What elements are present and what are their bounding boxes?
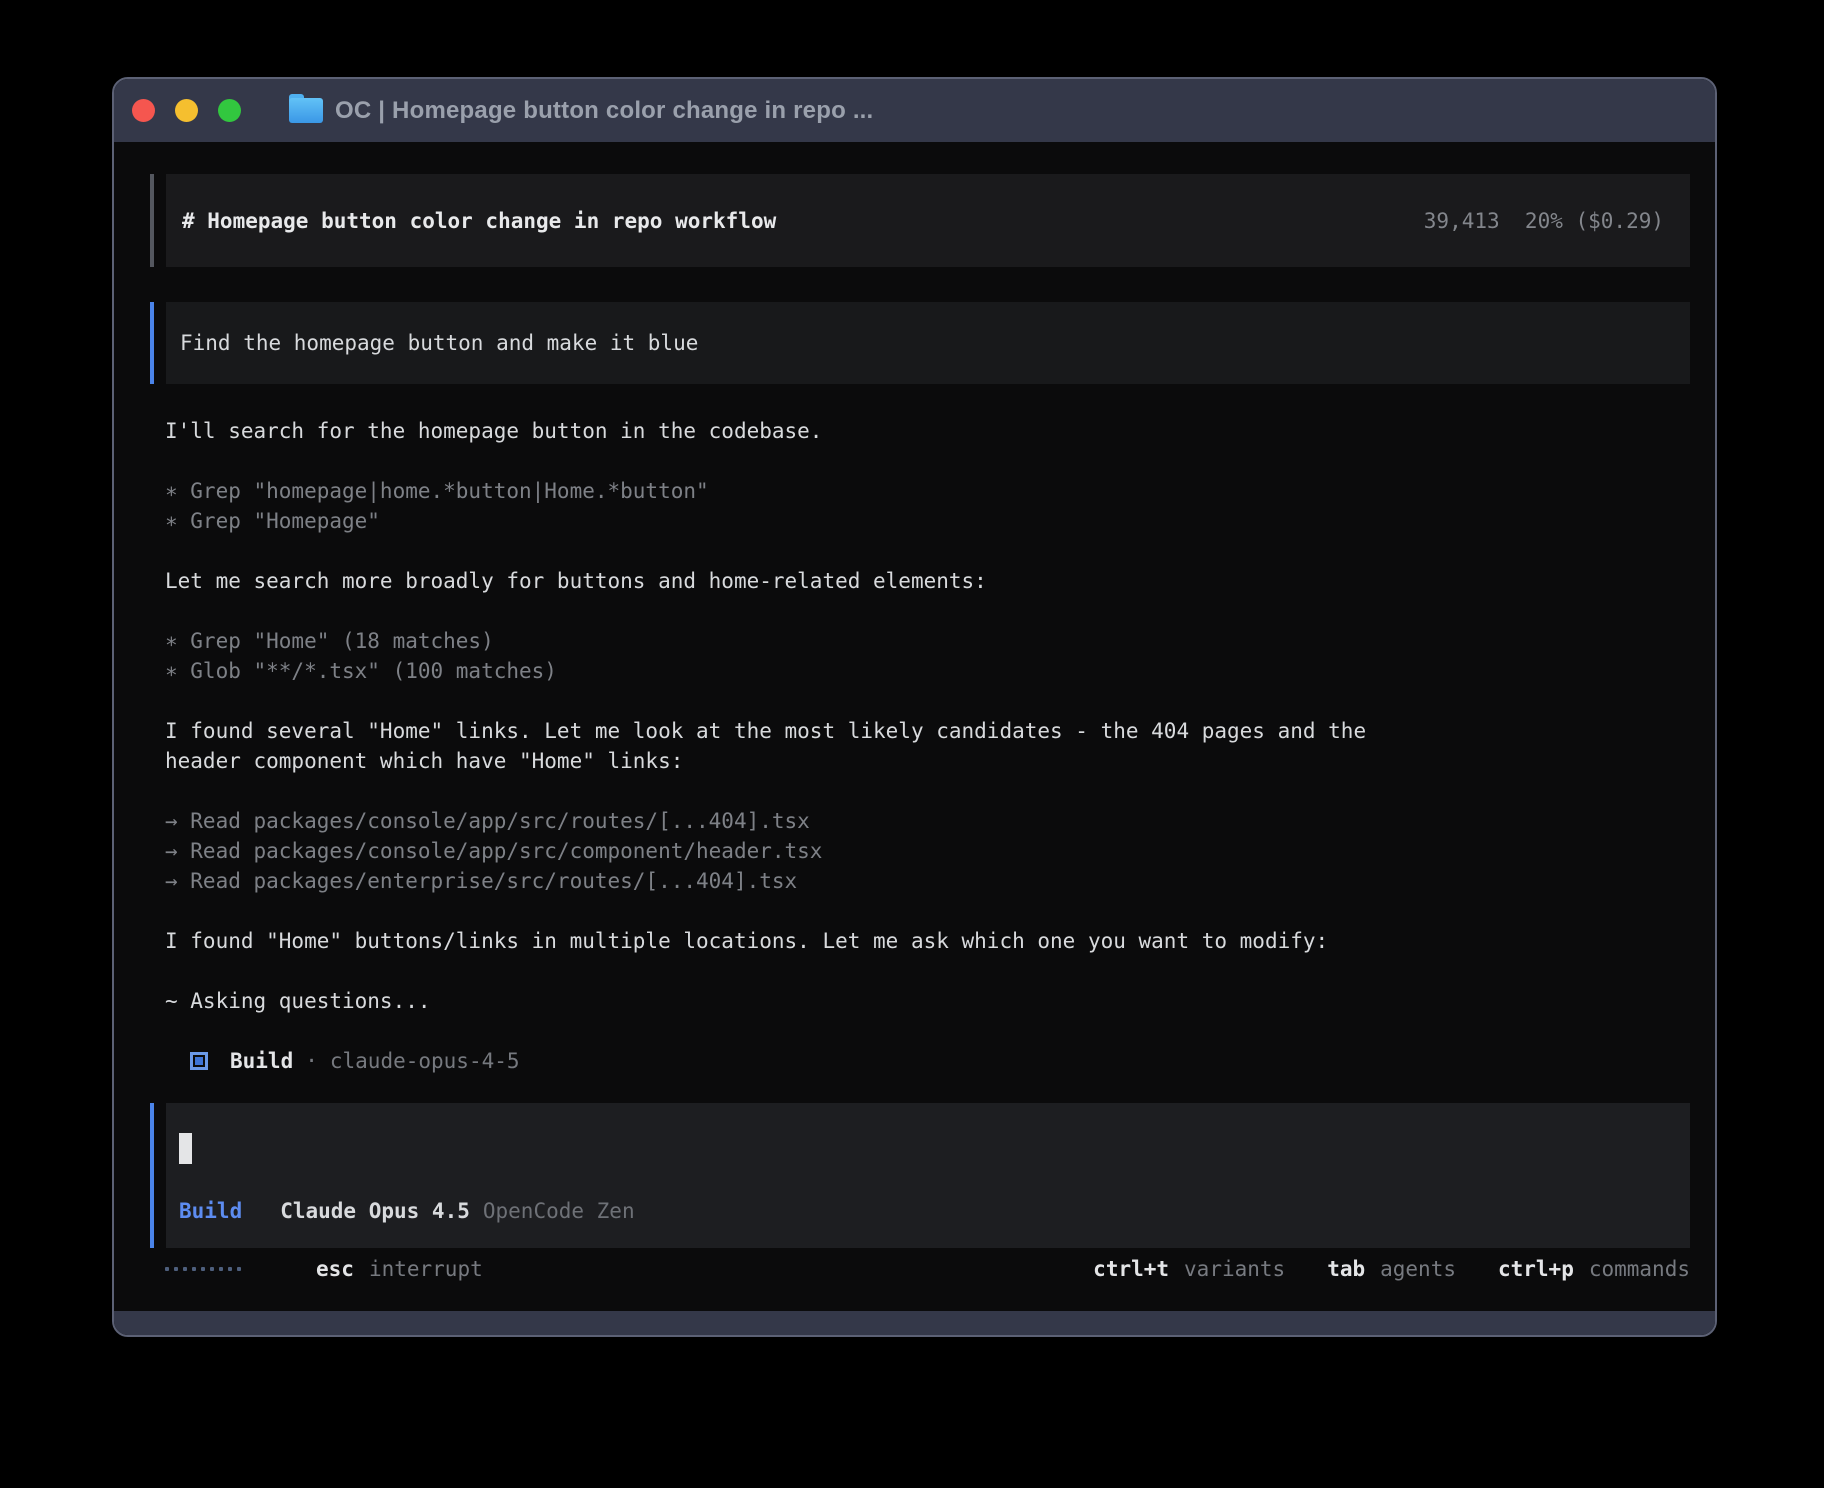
tool-call-line: → Read packages/console/app/src/componen… xyxy=(165,836,1690,866)
spinner-dot xyxy=(237,1267,241,1271)
shortcut-hint-variants: ctrl+t variants xyxy=(1093,1257,1285,1281)
input-provider-label: OpenCode Zen xyxy=(483,1199,635,1223)
prompt-input[interactable]: Build Claude Opus 4.5 OpenCode Zen xyxy=(150,1103,1690,1248)
folder-icon xyxy=(289,98,323,123)
minimize-button[interactable] xyxy=(175,99,198,122)
chat-area: I'll search for the homepage button in t… xyxy=(165,416,1690,1016)
tool-call-line: ∗ Grep "Homepage" xyxy=(165,506,1690,536)
shortcut-key: tab xyxy=(1327,1257,1365,1281)
spinner-dot xyxy=(192,1267,196,1271)
window-title: OC | Homepage button color change in rep… xyxy=(335,97,873,125)
tool-call-line: ∗ Grep "Home" (18 matches) xyxy=(165,626,1690,656)
input-mode-badge[interactable]: Build xyxy=(179,1199,242,1223)
shortcut-label: variants xyxy=(1184,1257,1285,1281)
window-bottom-strip xyxy=(114,1311,1715,1335)
footer-bar: esc interrupt ctrl+tvariantstabagentsctr… xyxy=(150,1254,1690,1284)
traffic-lights xyxy=(132,99,241,122)
tool-call-line: → Read packages/console/app/src/routes/[… xyxy=(165,806,1690,836)
tool-call-line: ∗ Grep "homepage|home.*button|Home.*butt… xyxy=(165,476,1690,506)
assistant-text-line: Let me search more broadly for buttons a… xyxy=(165,566,1690,596)
user-message: Find the homepage button and make it blu… xyxy=(150,302,1690,384)
interrupt-hint: esc interrupt xyxy=(316,1257,483,1281)
session-header: # Homepage button color change in repo w… xyxy=(150,174,1690,267)
spinner-dots xyxy=(165,1267,241,1271)
text-cursor xyxy=(179,1133,192,1164)
shortcut-key: ctrl+t xyxy=(1093,1257,1169,1281)
user-message-accent-bar xyxy=(150,302,154,384)
assistant-text-line: ~ Asking questions... xyxy=(165,986,1690,1016)
spinner-dot xyxy=(228,1267,232,1271)
spinner-dot xyxy=(210,1267,214,1271)
shortcut-hint-commands: ctrl+p commands xyxy=(1498,1257,1690,1281)
assistant-text-block: I found several "Home" links. Let me loo… xyxy=(165,716,1690,776)
titlebar: OC | Homepage button color change in rep… xyxy=(114,79,1715,142)
tool-call-block: ∗ Grep "homepage|home.*button|Home.*butt… xyxy=(165,476,1690,536)
status-separator: · xyxy=(305,1049,318,1073)
shortcut-label: agents xyxy=(1380,1257,1456,1281)
zoom-button[interactable] xyxy=(218,99,241,122)
session-title: # Homepage button color change in repo w… xyxy=(182,209,776,233)
assistant-text-line: I found "Home" buttons/links in multiple… xyxy=(165,926,1690,956)
spinner-dot xyxy=(219,1267,223,1271)
shortcut-key: ctrl+p xyxy=(1498,1257,1574,1281)
terminal-content: # Homepage button color change in repo w… xyxy=(114,142,1715,1311)
input-model-label: Claude Opus 4.5 xyxy=(280,1199,470,1223)
spinner-dot xyxy=(174,1267,178,1271)
status-model-name: claude-opus-4-5 xyxy=(330,1049,520,1073)
assistant-text-block: I found "Home" buttons/links in multiple… xyxy=(165,926,1690,956)
assistant-text-line: I'll search for the homepage button in t… xyxy=(165,416,1690,446)
assistant-text-line: I found several "Home" links. Let me loo… xyxy=(165,716,1690,746)
spinner-dot xyxy=(183,1267,187,1271)
close-button[interactable] xyxy=(132,99,155,122)
tool-call-block: ∗ Grep "Home" (18 matches)∗ Glob "**/*.t… xyxy=(165,626,1690,686)
shortcut-hint-agents: tab agents xyxy=(1327,1257,1456,1281)
assistant-text-line: header component which have "Home" links… xyxy=(165,746,1690,776)
status-agent-name: Build xyxy=(230,1049,293,1073)
assistant-text-block: I'll search for the homepage button in t… xyxy=(165,416,1690,446)
spinner-dot xyxy=(201,1267,205,1271)
interrupt-label: interrupt xyxy=(369,1257,483,1281)
terminal-window: OC | Homepage button color change in rep… xyxy=(112,77,1717,1337)
session-header-accent-bar xyxy=(150,174,154,267)
tool-call-line: → Read packages/enterprise/src/routes/[.… xyxy=(165,866,1690,896)
footer-shortcuts: ctrl+t variants tab agents ctrl+p commands xyxy=(1093,1257,1690,1281)
assistant-text-block: Let me search more broadly for buttons a… xyxy=(165,566,1690,596)
user-message-text: Find the homepage button and make it blu… xyxy=(180,331,698,355)
input-meta-row: Build Claude Opus 4.5 OpenCode Zen xyxy=(179,1196,1690,1226)
prompt-input-accent-bar xyxy=(150,1103,154,1248)
tool-call-block: → Read packages/console/app/src/routes/[… xyxy=(165,806,1690,896)
interrupt-key: esc xyxy=(316,1257,354,1281)
spinner-dot xyxy=(165,1267,169,1271)
shortcut-label: commands xyxy=(1589,1257,1690,1281)
session-token-stats: 39,413 20% ($0.29) xyxy=(1424,209,1664,233)
agent-status-row: Build · claude-opus-4-5 xyxy=(190,1046,1690,1076)
assistant-text-block: ~ Asking questions... xyxy=(165,986,1690,1016)
tool-call-line: ∗ Glob "**/*.tsx" (100 matches) xyxy=(165,656,1690,686)
build-agent-icon xyxy=(190,1052,208,1070)
